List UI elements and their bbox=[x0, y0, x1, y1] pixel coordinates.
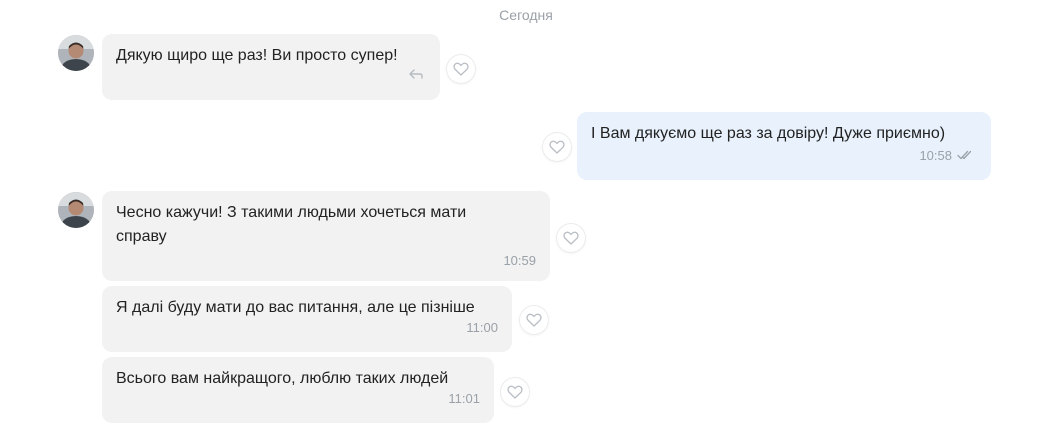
heart-icon bbox=[526, 313, 542, 327]
message-bubble-outgoing[interactable]: І Вам дякуємо ще раз за довіру! Дуже при… bbox=[577, 112, 991, 180]
heart-icon bbox=[549, 140, 565, 154]
heart-icon bbox=[563, 231, 579, 245]
message-text: Чесно кажучи! З такими людьми хочеться м… bbox=[116, 204, 471, 245]
avatar-photo bbox=[58, 192, 94, 228]
message-bubble-incoming[interactable]: Я далі буду мати до вас питання, але це … bbox=[102, 286, 512, 352]
like-button[interactable] bbox=[557, 224, 585, 252]
like-button[interactable] bbox=[543, 133, 571, 161]
like-button[interactable] bbox=[520, 306, 548, 334]
message-bubble-incoming[interactable]: Всього вам найкращого, люблю таких людей… bbox=[102, 357, 494, 423]
message-time: 10:58 bbox=[919, 148, 952, 163]
like-button[interactable] bbox=[447, 55, 475, 83]
message-text: І Вам дякуємо ще раз за довіру! Дуже при… bbox=[591, 125, 946, 142]
heart-icon bbox=[453, 62, 469, 76]
message-meta bbox=[116, 68, 424, 84]
message-meta: 10:58 bbox=[591, 148, 975, 164]
message-bubble-incoming[interactable]: Чесно кажучи! З такими людьми хочеться м… bbox=[102, 191, 550, 281]
avatar-photo bbox=[58, 35, 94, 71]
message-text: Дякую щиро ще раз! Ви просто супер! bbox=[116, 47, 398, 64]
message-text: Я далі буду мати до вас питання, але це … bbox=[116, 299, 475, 316]
message-time: 11:01 bbox=[448, 391, 480, 406]
message-meta: 10:59 bbox=[116, 253, 536, 269]
double-check-icon bbox=[957, 148, 975, 164]
heart-icon bbox=[507, 385, 523, 399]
date-separator: Сегодня bbox=[499, 7, 553, 23]
message-text: Всього вам найкращого, люблю таких людей bbox=[116, 370, 449, 387]
sender-avatar[interactable] bbox=[58, 35, 94, 71]
like-button[interactable] bbox=[501, 378, 529, 406]
message-meta: 11:00 bbox=[116, 320, 498, 336]
message-time: 10:59 bbox=[503, 253, 536, 268]
reply-icon bbox=[408, 68, 424, 84]
sender-avatar[interactable] bbox=[58, 192, 94, 228]
message-time: 11:00 bbox=[466, 320, 498, 335]
message-bubble-incoming[interactable]: Дякую щиро ще раз! Ви просто супер! bbox=[102, 34, 440, 100]
message-meta: 11:01 bbox=[116, 391, 480, 407]
